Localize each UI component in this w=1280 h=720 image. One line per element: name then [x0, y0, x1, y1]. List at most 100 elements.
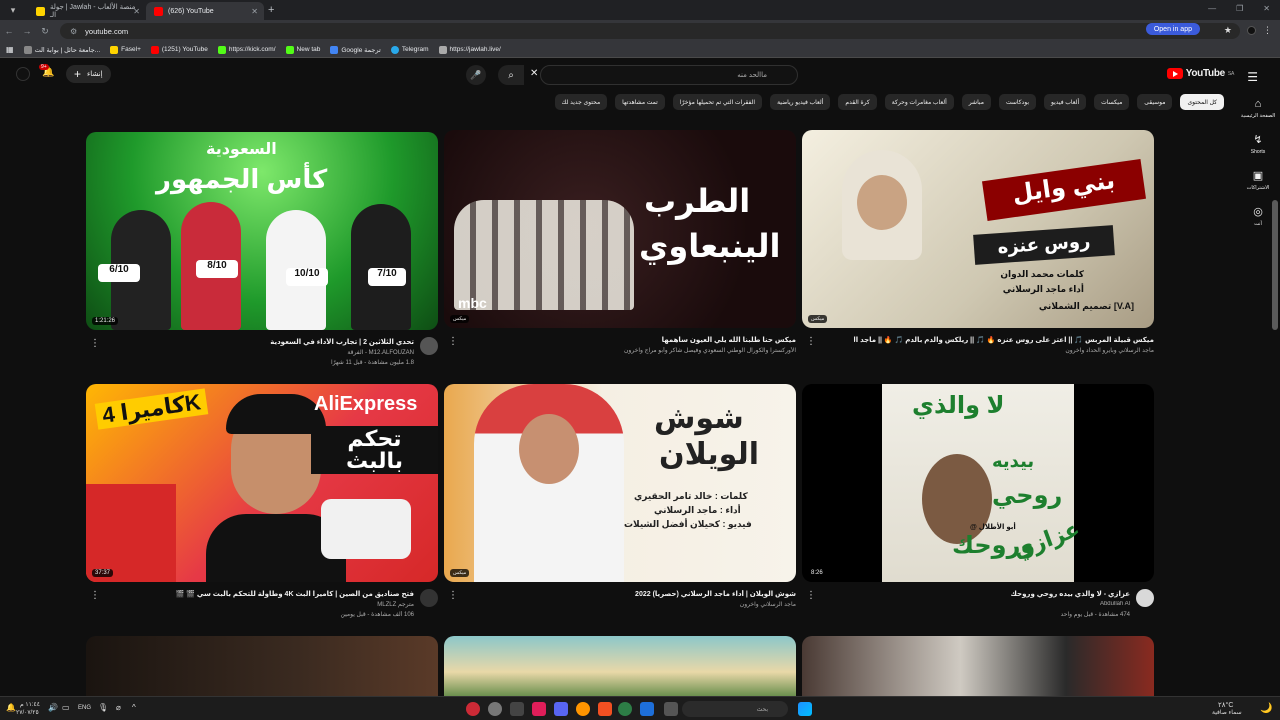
- video-card[interactable]: بني وايل روس عنزه كلمات محمد الدوان أداء…: [802, 130, 1154, 376]
- video-card[interactable]: لا والذي بيديه روحي وروحك عزازي @ أبو ال…: [802, 384, 1154, 630]
- video-title[interactable]: تحدي الثلاثين 2 | تجارب الأداء في السعود…: [114, 338, 414, 348]
- bookmark-item[interactable]: https://jawlah.live/: [438, 45, 501, 54]
- more-actions-icon[interactable]: ⋮: [90, 590, 100, 601]
- more-actions-icon[interactable]: ⋮: [806, 590, 816, 601]
- language-indicator[interactable]: ENG: [78, 705, 91, 711]
- chip-new-to-you[interactable]: محتوى جديد لك: [554, 94, 608, 110]
- browser-icon[interactable]: [576, 702, 590, 716]
- sidebar-item-shorts[interactable]: ↯ Shorts: [1236, 133, 1280, 155]
- video-thumbnail[interactable]: لا والذي بيديه روحي وروحك عزازي @ أبو ال…: [802, 384, 1154, 582]
- video-title[interactable]: ميكس قبيلة المربس 🎵 || اعتز على روس عنزه…: [854, 336, 1154, 346]
- url-field[interactable]: ⚙ youtube.com: [60, 23, 1240, 39]
- terminal-icon[interactable]: [510, 702, 524, 716]
- video-title[interactable]: فتح صناديق من الصين | كاميرا البث 4K وطا…: [114, 590, 414, 600]
- task-view-icon[interactable]: [664, 702, 678, 716]
- channel-name[interactable]: الأوركسترا والكورال الوطني السعودي وفيصل…: [496, 347, 796, 354]
- chip-live[interactable]: مباشر: [961, 94, 991, 110]
- clock-time[interactable]: ١١:٤٤ م: [20, 701, 40, 708]
- maximize-icon[interactable]: ❐: [1236, 4, 1243, 13]
- apps-icon[interactable]: ▦: [6, 45, 14, 54]
- search-input[interactable]: ماالحد منه: [540, 65, 798, 85]
- new-tab-button[interactable]: +: [268, 4, 274, 16]
- video-card[interactable]: [86, 636, 438, 696]
- chip-sports-games[interactable]: ألعاب فيديو رياضية: [770, 94, 831, 110]
- channel-avatar[interactable]: [1136, 589, 1154, 607]
- video-thumbnail[interactable]: شوش الويلان كلمات : خالد تامر الحقيري أد…: [444, 384, 796, 582]
- network-icon[interactable]: ▭: [62, 703, 70, 712]
- weather-desc[interactable]: سماء صافية: [1212, 709, 1242, 716]
- channel-name[interactable]: مترجم MLZLZ: [114, 601, 414, 608]
- chip-music[interactable]: موسيقى: [1137, 94, 1173, 110]
- bookmark-item[interactable]: Fasel+: [110, 45, 141, 54]
- clock-date[interactable]: ٢٧/٠٧/٢٥: [16, 709, 39, 716]
- chevron-up-icon[interactable]: ^: [132, 703, 136, 712]
- video-card[interactable]: كاميرا 4K AliExpress تحكم بالبث 37:37 ⋮ …: [86, 384, 438, 630]
- video-title[interactable]: شوش الويلان | أداء ماجد الرسلاني (حصريا)…: [496, 590, 796, 600]
- back-icon[interactable]: ←: [0, 26, 18, 36]
- start-icon[interactable]: [798, 702, 812, 716]
- more-actions-icon[interactable]: ⋮: [448, 590, 458, 601]
- bookmark-item[interactable]: Google ترجمة: [330, 45, 381, 54]
- notification-icon[interactable]: 🔔: [6, 703, 16, 712]
- video-card[interactable]: شوش الويلان كلمات : خالد تامر الحقيري أد…: [444, 384, 796, 630]
- volume-icon[interactable]: 🔊: [48, 703, 58, 712]
- obs-icon[interactable]: [466, 702, 480, 716]
- bookmark-item[interactable]: https://kick.com/: [217, 45, 276, 54]
- close-icon[interactable]: ✕: [251, 7, 258, 16]
- close-icon[interactable]: ✕: [133, 7, 140, 16]
- settings-icon[interactable]: [488, 702, 502, 716]
- channel-name[interactable]: Abdullah Al: [830, 601, 1130, 607]
- app-icon[interactable]: [598, 702, 612, 716]
- forward-icon[interactable]: →: [18, 26, 36, 36]
- channel-name[interactable]: ماجد الرسلاني وبايرو الحداد وآخرون: [854, 347, 1154, 354]
- mic-icon[interactable]: 🎙: [98, 703, 108, 712]
- app-icon[interactable]: [532, 702, 546, 716]
- video-thumbnail[interactable]: الطرب الينبعاوي mbc ميكس: [444, 130, 796, 328]
- video-title[interactable]: عزازي - لا والذي بيده روحي وروحك: [830, 590, 1131, 600]
- voice-search-icon[interactable]: 🎤: [466, 65, 486, 85]
- chip-football[interactable]: كرة القدم: [838, 94, 877, 110]
- video-title[interactable]: ميكس حنا طلبنا الله يلي العيون ساهمها: [496, 336, 796, 346]
- chip-watched[interactable]: تمت مشاهدتها: [615, 94, 665, 110]
- account-avatar[interactable]: [16, 67, 30, 81]
- chrome-icon[interactable]: [618, 702, 632, 716]
- tab-youtube[interactable]: (626) YouTube ✕: [146, 2, 264, 20]
- video-thumbnail[interactable]: السعودية كأس الجمهور 6/10 8/10 10/10 7/1…: [86, 132, 438, 330]
- bookmark-item[interactable]: (1251) YouTube: [150, 45, 208, 54]
- video-card[interactable]: الطرب الينبعاوي mbc ميكس ⋮ ميكس حنا طلبن…: [444, 130, 796, 376]
- bookmark-item[interactable]: Telegram: [390, 45, 429, 54]
- channel-name[interactable]: M12.ALFOUZAN - الفرقة: [114, 349, 414, 356]
- video-card[interactable]: [802, 636, 1154, 696]
- wifi-off-icon[interactable]: ⌀: [116, 703, 121, 712]
- tab-search-icon[interactable]: ▾: [6, 3, 20, 17]
- more-actions-icon[interactable]: ⋮: [90, 338, 100, 349]
- chip-video-games[interactable]: ألعاب فيديو: [1043, 94, 1087, 110]
- chip-action-adventure[interactable]: ألعاب مغامرات وحركة: [884, 94, 954, 110]
- notifications-icon[interactable]: 🔔 9+: [39, 64, 54, 78]
- open-in-app-button[interactable]: Open in app: [1145, 23, 1200, 35]
- channel-avatar[interactable]: [420, 589, 438, 607]
- youtube-logo[interactable]: YouTube SA: [1166, 68, 1234, 79]
- video-thumbnail[interactable]: بني وايل روس عنزه كلمات محمد الدوان أداء…: [802, 130, 1154, 328]
- chip-mixes[interactable]: ميكسات: [1094, 94, 1130, 110]
- bookmark-item[interactable]: جامعة حائل | بوابة الت...: [23, 45, 100, 54]
- chip-podcasts[interactable]: بودكاست: [998, 94, 1036, 110]
- more-actions-icon[interactable]: ⋮: [806, 336, 816, 347]
- video-card[interactable]: [444, 636, 796, 696]
- bookmark-star-icon[interactable]: ★: [1224, 25, 1232, 36]
- page-scrollbar[interactable]: [1272, 200, 1278, 330]
- chip-all[interactable]: كل المحتوى: [1180, 94, 1224, 110]
- video-thumbnail[interactable]: [86, 636, 438, 696]
- menu-icon[interactable]: ☰: [1247, 70, 1258, 84]
- channel-avatar[interactable]: [420, 337, 438, 355]
- sidebar-item-subscriptions[interactable]: ▣ الاشتراكات: [1236, 169, 1280, 191]
- close-window-icon[interactable]: ✕: [1263, 4, 1270, 13]
- weather-temp[interactable]: ٢٨°C: [1218, 701, 1233, 709]
- minimize-icon[interactable]: —: [1208, 4, 1216, 13]
- create-button[interactable]: + إنشاء: [66, 65, 111, 83]
- taskbar-search[interactable]: بحث: [682, 701, 788, 717]
- sidebar-item-home[interactable]: ⌂ الصفحة الرئيسية: [1236, 98, 1280, 119]
- chip-recently-uploaded[interactable]: الفقرات التي تم تحميلها مؤخرًا: [672, 94, 763, 110]
- clear-search-icon[interactable]: ✕: [530, 68, 538, 79]
- weather-icon[interactable]: 🌙: [1260, 703, 1272, 714]
